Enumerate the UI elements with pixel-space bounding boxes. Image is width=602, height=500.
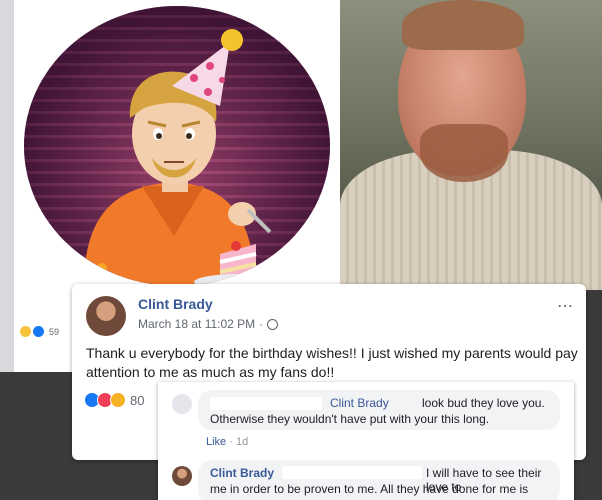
post-timestamp[interactable]: March 18 at 11:02 PM [138, 317, 255, 331]
comment-text-line1: look bud they love you. [422, 396, 545, 410]
sad-icon [110, 392, 126, 408]
reaction-count: 80 [130, 392, 145, 408]
comments-panel: Clint Brady look bud they love you. Othe… [158, 382, 574, 500]
sad-emoji-icon [20, 326, 31, 337]
more-options-icon[interactable]: ⋯ [557, 296, 574, 316]
reply-avatar[interactable] [172, 466, 192, 486]
globe-icon [267, 318, 279, 330]
post-body-text: Thank u everybody for the birthday wishe… [86, 345, 578, 380]
reply-bubble: Clint Brady I will have to see their lov… [198, 460, 560, 500]
bitmoji-profile-picture[interactable] [24, 6, 330, 286]
comment-time[interactable]: 1d [236, 436, 248, 448]
reaction-count: 59 [49, 326, 60, 337]
post-author-name[interactable]: Clint Brady [138, 296, 213, 312]
post-reactions[interactable]: 80 [84, 392, 144, 408]
redacted-name [282, 466, 422, 479]
bitmoji-illustration [84, 29, 282, 286]
commenter-avatar[interactable] [172, 394, 192, 414]
reply-author-name[interactable]: Clint Brady [210, 466, 274, 480]
hair [402, 0, 524, 50]
meta-separator: · [259, 317, 264, 331]
avatar[interactable] [86, 296, 126, 336]
mention-link[interactable]: Clint Brady [330, 396, 389, 410]
comment-actions: Like · 1d [206, 436, 248, 448]
action-separator: · [229, 436, 233, 448]
comment-bubble: Clint Brady look bud they love you. Othe… [198, 390, 560, 430]
starcasm-watermark: Starcasm [306, 280, 540, 334]
card-edge [0, 0, 14, 372]
beard [420, 124, 508, 182]
left-post-reactions[interactable]: 59 [20, 326, 59, 337]
reply-text-line2: me in order to be proven to me. All they… [210, 482, 529, 496]
man-photo [340, 0, 602, 290]
comment-text-line2: Otherwise they wouldn't have put with yo… [210, 412, 490, 426]
like-icon [33, 326, 44, 337]
redacted-name [210, 397, 322, 410]
like-link[interactable]: Like [206, 436, 226, 448]
post-meta: March 18 at 11:02 PM · [138, 317, 279, 331]
